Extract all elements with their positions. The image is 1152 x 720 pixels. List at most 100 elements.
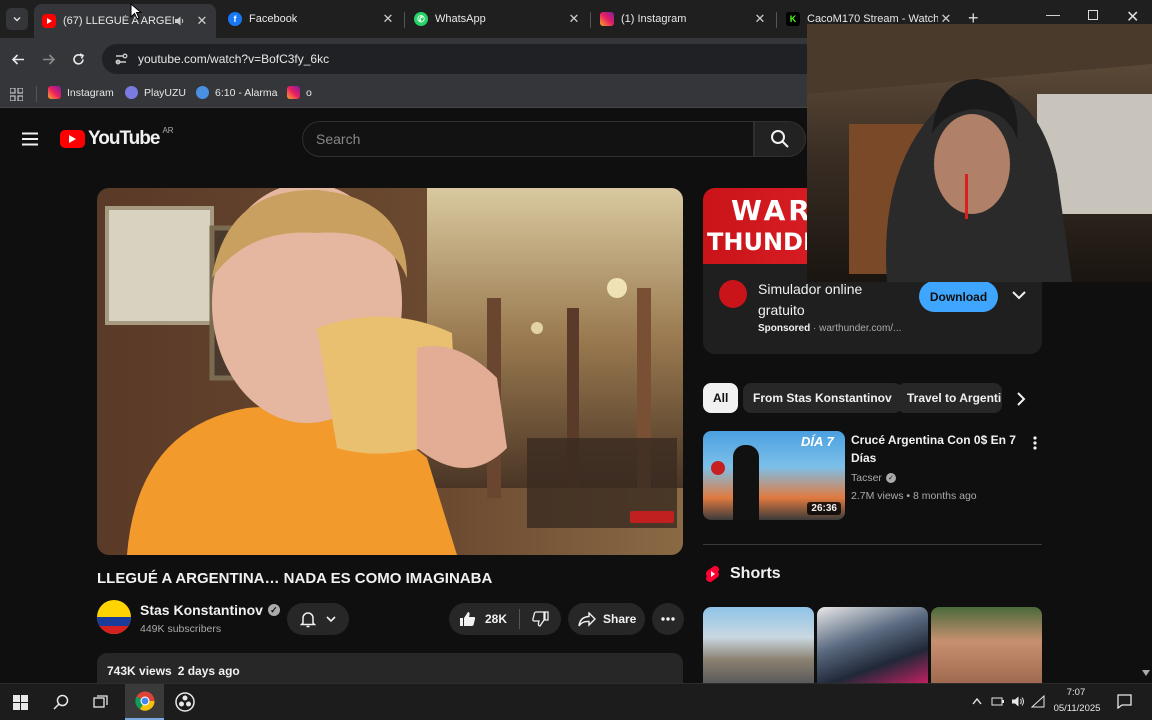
restore-button[interactable] (1088, 10, 1098, 20)
upload-age: 2 days ago (177, 664, 240, 678)
notifications-icon[interactable] (1117, 694, 1132, 709)
bookmark-o[interactable]: o (287, 86, 312, 99)
dislike-button[interactable] (520, 611, 561, 627)
youtube-play-icon (60, 130, 85, 148)
channel-avatar[interactable] (97, 600, 131, 634)
search-button[interactable] (754, 121, 806, 157)
chevron-down-icon[interactable] (1012, 291, 1026, 300)
forward-icon[interactable] (41, 52, 56, 67)
clock-time[interactable]: 7:07 (1056, 687, 1096, 698)
search-input[interactable]: Search (302, 121, 754, 157)
bookmark-label: PlayUZU (144, 86, 187, 99)
address-bar[interactable]: youtube.com/watch?v=BofC3fy_6kc (102, 44, 822, 74)
tab-title: (67) LLEGUÉ A ARGENTI (63, 15, 174, 27)
short-thumbnail[interactable] (703, 607, 814, 683)
search-icon (771, 130, 789, 148)
obs-icon[interactable] (175, 692, 195, 712)
chevron-down-icon (326, 615, 336, 622)
youtube-icon (42, 14, 56, 28)
tab-instagram[interactable]: (1) Instagram ✕ (592, 6, 774, 32)
chip-all[interactable]: All (703, 383, 739, 413)
playuzu-icon (125, 86, 138, 99)
battery-icon[interactable] (991, 696, 1005, 707)
whatsapp-icon: ✆ (414, 12, 428, 26)
thumb-overlay-text: DÍA 7 (801, 434, 834, 449)
short-thumbnail[interactable] (931, 607, 1042, 683)
like-button[interactable]: 28K (449, 611, 519, 627)
tab-title: Facebook (249, 13, 298, 25)
youtube-logo[interactable]: YouTube AR (60, 126, 174, 150)
shorts-header: Shorts (705, 565, 781, 583)
instagram-icon (48, 86, 61, 99)
facebook-icon: f (228, 12, 242, 26)
like-count: 28K (485, 612, 508, 626)
advertiser-logo (719, 280, 747, 308)
rec-channel[interactable]: Tacser (851, 472, 882, 484)
short-thumbnail[interactable] (817, 607, 928, 683)
url-text[interactable]: youtube.com/watch?v=BofC3fy_6kc (138, 52, 329, 66)
verified-icon: ✓ (267, 604, 280, 616)
rec-title-line1: Crucé Argentina Con 0$ En 7 (851, 433, 1016, 447)
instagram-icon (600, 12, 614, 26)
minimize-button[interactable]: — (1046, 6, 1060, 22)
share-button[interactable]: Share (568, 603, 645, 635)
rec-meta: 2.7M views • 8 months ago (851, 490, 977, 502)
tab-title: (1) Instagram (621, 13, 687, 25)
close-tab-icon[interactable]: ✕ (752, 11, 768, 27)
bookmark-instagram[interactable]: Instagram (48, 86, 114, 99)
rec-title-line2: Días (851, 451, 877, 465)
site-settings-icon[interactable] (114, 52, 128, 66)
clock-date[interactable]: 05/11/2025 (1050, 703, 1104, 714)
volume-icon[interactable] (1011, 695, 1025, 708)
chip-from-channel[interactable]: From Stas Konstantinov (743, 383, 902, 413)
task-view-icon[interactable] (93, 695, 109, 710)
subscriber-count: 449K subscribers (140, 623, 222, 635)
divider (703, 544, 1042, 545)
search-icon[interactable] (53, 694, 69, 710)
chrome-taskbar-button[interactable] (125, 684, 164, 720)
bookmark-playuzu[interactable]: PlayUZU (125, 86, 186, 99)
channel-name[interactable]: Stas Konstantinov ✓ (140, 602, 280, 618)
scroll-down-arrow-icon[interactable] (1142, 670, 1150, 676)
windows-start-icon[interactable] (13, 695, 28, 710)
video-title: LLEGUÉ A ARGENTINA… NADA ES COMO IMAGINA… (97, 570, 493, 587)
tab-facebook[interactable]: f Facebook ✕ (220, 6, 402, 32)
bell-icon (300, 611, 316, 627)
video-frame (97, 188, 683, 555)
video-thumbnail[interactable]: DÍA 7 26:36 (703, 431, 845, 520)
chip-travel[interactable]: Travel to Argentin (897, 383, 1002, 413)
ad-title-line1: Simulador online (758, 281, 863, 297)
shorts-label: Shorts (730, 565, 781, 582)
tab-youtube[interactable]: (67) LLEGUÉ A ARGENTI ✕ (34, 4, 216, 38)
close-tab-icon[interactable]: ✕ (566, 11, 582, 27)
speaker-icon[interactable] (174, 15, 186, 27)
close-tab-icon[interactable]: ✕ (380, 11, 396, 27)
apps-grid-icon[interactable] (10, 88, 23, 101)
video-player[interactable] (97, 188, 683, 555)
ad-download-button[interactable]: Download (919, 281, 998, 312)
chrome-icon (134, 691, 155, 711)
video-duration: 26:36 (807, 502, 841, 515)
back-icon[interactable] (11, 52, 26, 67)
hamburger-menu-icon[interactable] (22, 132, 38, 146)
tab-search-button[interactable] (6, 8, 28, 30)
more-horizontal-icon (661, 617, 675, 621)
shorts-icon (706, 566, 719, 582)
recommended-video[interactable]: DÍA 7 26:36 Crucé Argentina Con 0$ En 7 … (703, 431, 1042, 521)
more-vertical-icon[interactable] (1033, 436, 1037, 450)
alarm-icon (196, 86, 209, 99)
bookmark-label: 6:10 - Alarma (215, 86, 278, 99)
subscribe-bell-button[interactable] (287, 603, 349, 635)
tray-chevron-up-icon[interactable] (972, 698, 982, 705)
network-icon[interactable] (1031, 695, 1045, 708)
reload-icon[interactable] (71, 52, 86, 67)
chevron-right-icon[interactable] (1016, 392, 1026, 406)
close-tab-icon[interactable]: ✕ (194, 13, 210, 29)
like-dislike-group: 28K (449, 603, 561, 635)
instagram-icon (287, 86, 300, 99)
more-actions-button[interactable] (652, 603, 684, 635)
tab-whatsapp[interactable]: ✆ WhatsApp ✕ (406, 6, 588, 32)
bookmark-alarm[interactable]: 6:10 - Alarma (196, 86, 277, 99)
thumbs-up-icon (460, 612, 476, 626)
share-label: Share (603, 612, 637, 626)
